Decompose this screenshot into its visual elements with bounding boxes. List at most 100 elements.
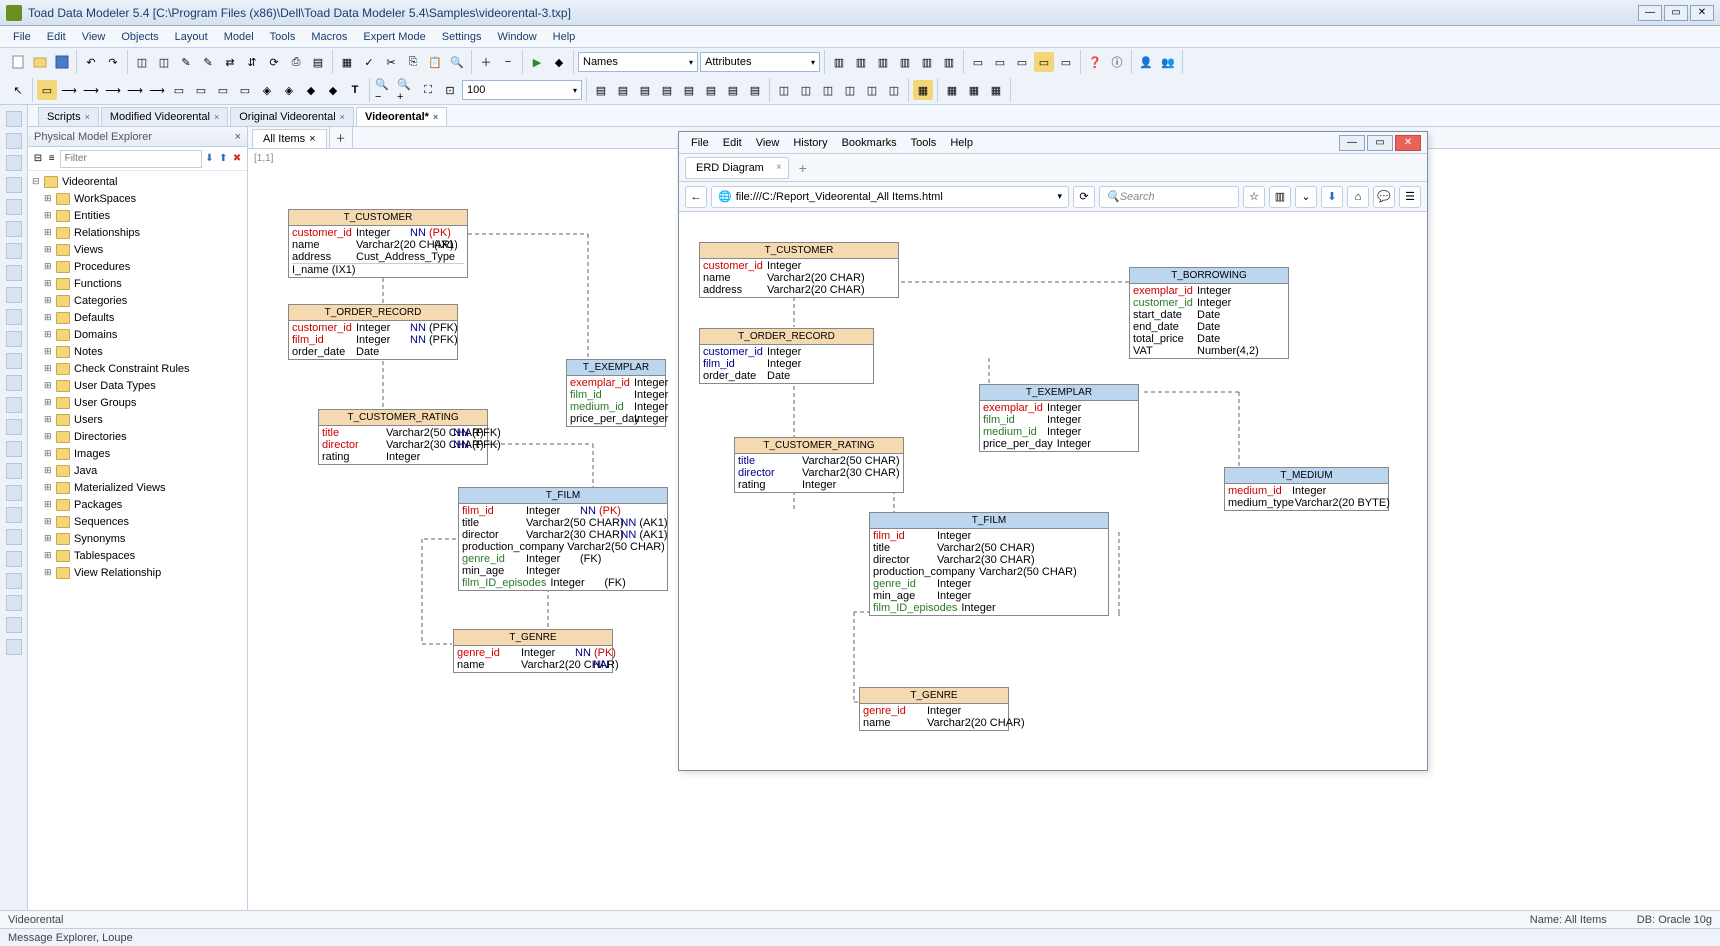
menu-help[interactable]: Help — [546, 29, 583, 45]
align4-icon[interactable]: ▤ — [657, 80, 677, 100]
ddl-icon[interactable]: ✎ — [198, 52, 218, 72]
b-entity-genre[interactable]: T_GENRE genre_idInteger nameVarchar2(20 … — [859, 687, 1009, 731]
select-icon[interactable]: ↖ — [8, 80, 28, 100]
paste-icon[interactable]: 📋 — [425, 52, 445, 72]
filter-up-icon[interactable]: ⬆ — [217, 151, 229, 167]
fmt4-icon[interactable]: ◫ — [840, 80, 860, 100]
fmt3-icon[interactable]: ◫ — [818, 80, 838, 100]
grid4-icon[interactable]: ▦ — [986, 80, 1006, 100]
menu-objects[interactable]: Objects — [114, 29, 165, 45]
text-icon[interactable]: T — [345, 80, 365, 100]
sync-icon[interactable]: ⟳ — [264, 52, 284, 72]
b-menu-help[interactable]: Help — [944, 135, 979, 151]
maximize-button[interactable]: ▭ — [1664, 5, 1688, 21]
cat-icon[interactable]: ▭ — [235, 80, 255, 100]
t5-icon[interactable]: ▥ — [917, 52, 937, 72]
minimize-button[interactable]: — — [1638, 5, 1662, 21]
print-icon[interactable]: ⎙ — [286, 52, 306, 72]
back-icon[interactable]: ← — [685, 186, 707, 208]
pocket-icon[interactable]: ⌄ — [1295, 186, 1317, 208]
tree-item[interactable]: ⊞Users — [28, 411, 247, 428]
close-icon[interactable]: × — [309, 133, 315, 145]
entity-rating[interactable]: T_CUSTOMER_RATING titleVarchar2(50 CHAR)… — [318, 409, 488, 465]
b-menu-edit[interactable]: Edit — [717, 135, 748, 151]
b-menu-bookmarks[interactable]: Bookmarks — [836, 135, 903, 151]
tree-item[interactable]: ⊞WorkSpaces — [28, 190, 247, 207]
gutter-btn[interactable] — [6, 155, 22, 171]
cut-icon[interactable]: ✂ — [381, 52, 401, 72]
undo-icon[interactable]: ↶ — [81, 52, 101, 72]
fmt2-icon[interactable]: ◫ — [796, 80, 816, 100]
entity-tool-icon[interactable]: ▭ — [37, 80, 57, 100]
about-icon[interactable]: ⓘ — [1107, 52, 1127, 72]
gutter-btn[interactable] — [6, 397, 22, 413]
entity-exemplar[interactable]: T_EXEMPLAR exemplar_idIntegerNN film_idI… — [566, 359, 666, 427]
gutter-btn[interactable] — [6, 551, 22, 567]
reload-icon[interactable]: ⟳ — [1073, 186, 1095, 208]
func-icon[interactable]: ◆ — [323, 80, 343, 100]
tree-item[interactable]: ⊞Sequences — [28, 513, 247, 530]
report-icon[interactable]: ▤ — [308, 52, 328, 72]
gutter-btn[interactable] — [6, 243, 22, 259]
menu-expert-mode[interactable]: Expert Mode — [356, 29, 432, 45]
list-icon[interactable]: ≡ — [46, 151, 58, 167]
menu-settings[interactable]: Settings — [435, 29, 489, 45]
entity-genre[interactable]: T_GENRE genre_idIntegerNN (PK) nameVarch… — [453, 629, 613, 673]
tree-item[interactable]: ⊞Directories — [28, 428, 247, 445]
close-icon[interactable]: × — [85, 112, 90, 122]
lay1-icon[interactable]: ▦ — [913, 80, 933, 100]
menu-file[interactable]: File — [6, 29, 38, 45]
menu-macros[interactable]: Macros — [304, 29, 354, 45]
gutter-btn[interactable] — [6, 441, 22, 457]
clipboard-icon[interactable]: ▥ — [1269, 186, 1291, 208]
url-input[interactable]: 🌐file:///C:/Report_Videorental_All Items… — [711, 186, 1069, 208]
tree-item[interactable]: ⊞Java — [28, 462, 247, 479]
tree-item[interactable]: ⊞Tablespaces — [28, 547, 247, 564]
image-icon[interactable]: ▭ — [213, 80, 233, 100]
filter-input[interactable] — [60, 150, 202, 168]
tree-item[interactable]: ⊞Views — [28, 241, 247, 258]
align8-icon[interactable]: ▤ — [745, 80, 765, 100]
b-menu-view[interactable]: View — [750, 135, 786, 151]
tree-item[interactable]: ⊞Procedures — [28, 258, 247, 275]
t4-icon[interactable]: ▥ — [895, 52, 915, 72]
gutter-btn[interactable] — [6, 529, 22, 545]
t1-icon[interactable]: ▥ — [829, 52, 849, 72]
gutter-btn[interactable] — [6, 309, 22, 325]
layer4-icon[interactable]: ▭ — [1034, 52, 1054, 72]
download-icon[interactable]: ⬇ — [1321, 186, 1343, 208]
fmt5-icon[interactable]: ◫ — [862, 80, 882, 100]
b-menu-file[interactable]: File — [685, 135, 715, 151]
align1-icon[interactable]: ▤ — [591, 80, 611, 100]
run-icon[interactable]: ▶ — [527, 52, 547, 72]
gutter-btn[interactable] — [6, 375, 22, 391]
redo-icon[interactable]: ↷ — [103, 52, 123, 72]
gutter-btn[interactable] — [6, 265, 22, 281]
zoom-in-icon[interactable]: 🔍+ — [396, 80, 416, 100]
compare-icon[interactable]: ⇵ — [242, 52, 262, 72]
fmt1-icon[interactable]: ◫ — [774, 80, 794, 100]
chat-icon[interactable]: 💬 — [1373, 186, 1395, 208]
gutter-btn[interactable] — [6, 331, 22, 347]
view-icon[interactable]: ◈ — [257, 80, 277, 100]
align2-icon[interactable]: ▤ — [613, 80, 633, 100]
b-minimize-button[interactable]: — — [1339, 135, 1365, 151]
filter-down-icon[interactable]: ⬇ — [204, 151, 216, 167]
gutter-btn[interactable] — [6, 419, 22, 435]
find-icon[interactable]: 🔍 — [447, 52, 467, 72]
tab-modified[interactable]: Modified Videorental× — [101, 107, 228, 126]
b-entity-customer[interactable]: T_CUSTOMER customer_idInteger nameVarcha… — [699, 242, 899, 298]
convert-icon[interactable]: ⇄ — [220, 52, 240, 72]
tree-item[interactable]: ⊞User Data Types — [28, 377, 247, 394]
menu-view[interactable]: View — [75, 29, 113, 45]
b-entity-exemplar[interactable]: T_EXEMPLAR exemplar_idInteger film_idInt… — [979, 384, 1139, 452]
star-icon[interactable]: ☆ — [1243, 186, 1265, 208]
b-entity-borrowing[interactable]: T_BORROWING exemplar_idInteger customer_… — [1129, 267, 1289, 359]
gutter-btn[interactable] — [6, 595, 22, 611]
tree-item[interactable]: ⊞Notes — [28, 343, 247, 360]
browser-new-tab-button[interactable]: + — [793, 158, 813, 178]
gutter-btn[interactable] — [6, 221, 22, 237]
display-mode-select[interactable]: Names — [578, 52, 698, 72]
gutter-btn[interactable] — [6, 177, 22, 193]
close-icon[interactable]: × — [433, 112, 438, 122]
